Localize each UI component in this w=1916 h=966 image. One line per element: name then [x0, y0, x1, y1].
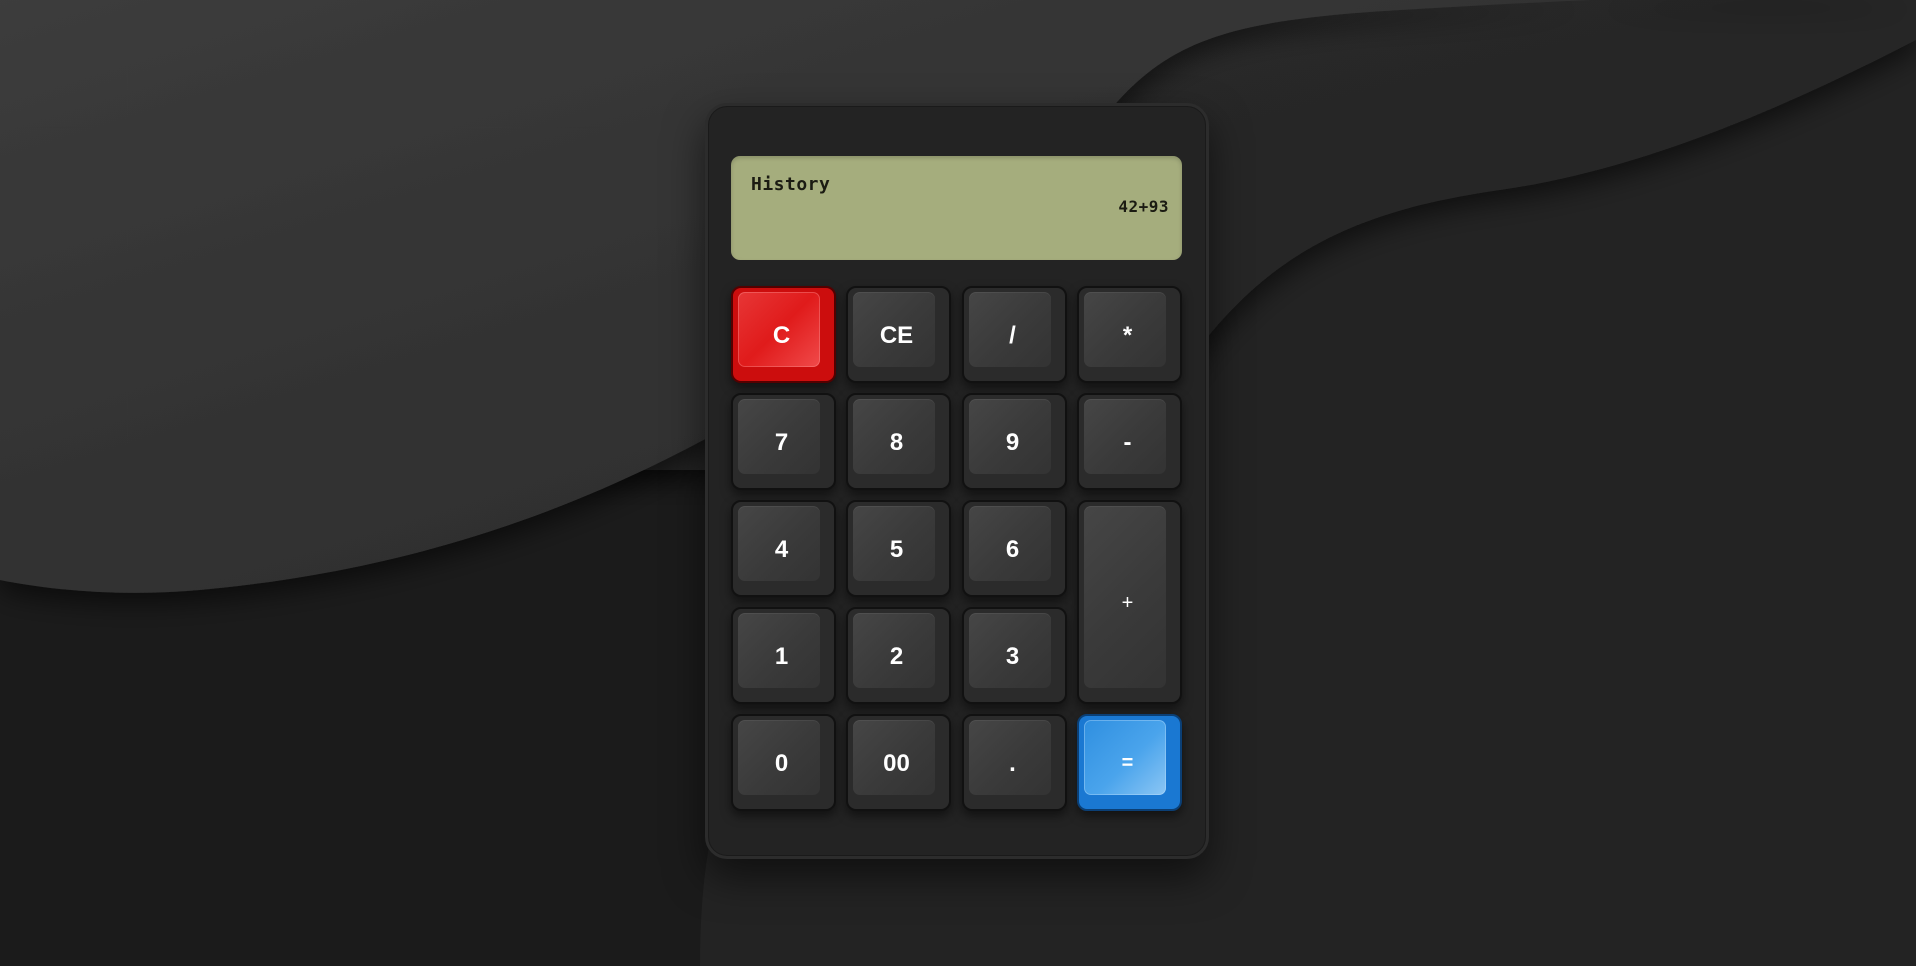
- two-button[interactable]: 2: [846, 607, 951, 704]
- calculator-display: History 42+93: [731, 156, 1182, 260]
- equals-button[interactable]: =: [1077, 714, 1182, 811]
- five-button[interactable]: 5: [846, 500, 951, 597]
- minus-button[interactable]: -: [1077, 393, 1182, 490]
- zero-button-label: 0: [774, 749, 789, 777]
- zero-button[interactable]: 0: [731, 714, 836, 811]
- display-expression: 42+93: [1118, 197, 1169, 216]
- minus-button-label: -: [1123, 428, 1132, 456]
- divide-button-label: /: [1009, 321, 1016, 349]
- equals-button-label: =: [1121, 752, 1134, 774]
- one-button[interactable]: 1: [731, 607, 836, 704]
- nine-button-label: 9: [1005, 428, 1020, 456]
- decimal-button[interactable]: .: [962, 714, 1067, 811]
- two-button-label: 2: [889, 642, 904, 670]
- divide-button[interactable]: /: [962, 286, 1067, 383]
- six-button-label: 6: [1005, 535, 1020, 563]
- six-button[interactable]: 6: [962, 500, 1067, 597]
- history-label: History: [751, 174, 831, 195]
- nine-button[interactable]: 9: [962, 393, 1067, 490]
- four-button-label: 4: [774, 535, 789, 563]
- plus-button[interactable]: +: [1077, 500, 1182, 704]
- clear-entry-button[interactable]: CE: [846, 286, 951, 383]
- multiply-button[interactable]: *: [1077, 286, 1182, 383]
- calculator-body: History 42+93 C CE / * 7 8 9 - 4 5 6 + 1…: [705, 103, 1209, 859]
- seven-button-label: 7: [774, 428, 789, 456]
- seven-button[interactable]: 7: [731, 393, 836, 490]
- eight-button-label: 8: [889, 428, 904, 456]
- clear-entry-button-label: CE: [879, 321, 914, 349]
- decimal-button-label: .: [1009, 749, 1016, 777]
- clear-button[interactable]: C: [731, 286, 836, 383]
- double-zero-button-label: 00: [883, 749, 910, 777]
- keypad: C CE / * 7 8 9 - 4 5 6 + 1 2 3 0 00 . =: [731, 286, 1182, 811]
- four-button[interactable]: 4: [731, 500, 836, 597]
- double-zero-button[interactable]: 00: [846, 714, 951, 811]
- three-button-label: 3: [1005, 642, 1020, 670]
- eight-button[interactable]: 8: [846, 393, 951, 490]
- multiply-button-label: *: [1122, 321, 1133, 349]
- clear-button-label: C: [772, 321, 791, 349]
- five-button-label: 5: [889, 535, 904, 563]
- one-button-label: 1: [774, 642, 789, 670]
- plus-button-label: +: [1121, 591, 1134, 614]
- three-button[interactable]: 3: [962, 607, 1067, 704]
